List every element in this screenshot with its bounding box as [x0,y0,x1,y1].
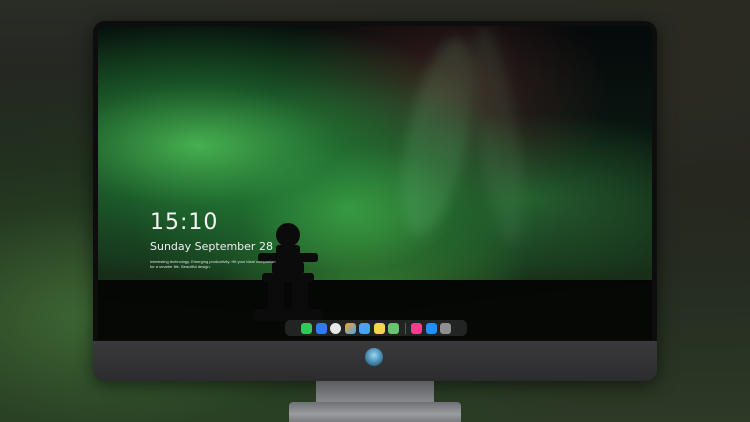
imac-monitor: 15:10 Sunday September 28 Interesting te… [93,21,657,381]
music-icon[interactable] [411,322,422,334]
messages-icon[interactable] [301,322,312,334]
app-store-icon[interactable] [425,322,437,334]
finder-icon[interactable] [359,322,370,334]
lockscreen-time: 15:10 [150,210,219,235]
monitor-stand-base [289,402,461,422]
dock-separator [404,322,406,334]
safari-icon[interactable] [330,322,341,334]
monitor-bezel: 15:10 Sunday September 28 Interesting te… [93,21,657,341]
lockscreen-caption: Interesting technology. Emerging product… [150,259,276,269]
dock [285,320,467,336]
brand-logo-icon [365,348,383,366]
camera-icon[interactable] [440,322,451,334]
photos-icon[interactable] [344,322,356,334]
aurora-band [462,26,534,248]
maps-icon[interactable] [388,322,399,334]
mail-icon[interactable] [315,322,327,334]
lockscreen-date: Sunday September 28 [150,240,273,253]
inukshuk-silhouette [254,223,322,321]
notes-icon[interactable] [373,322,385,334]
monitor-stand-neck [316,381,434,403]
desktop-screen: 15:10 Sunday September 28 Interesting te… [98,26,652,340]
